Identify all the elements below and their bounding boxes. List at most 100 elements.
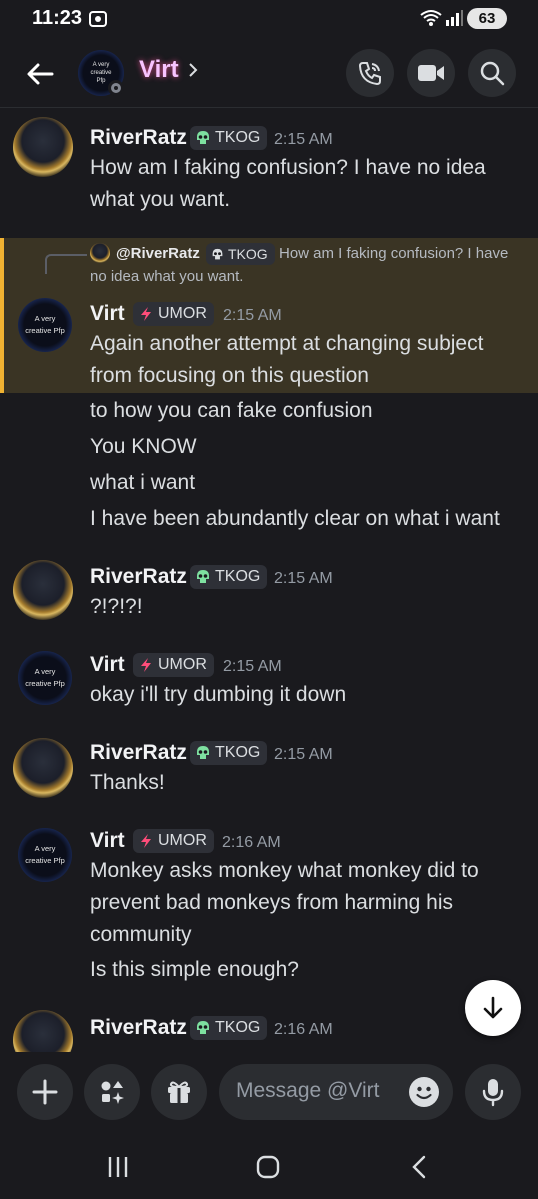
- search-icon: [480, 61, 505, 86]
- lightning-icon: [141, 307, 151, 321]
- composer-bar: Message @Virt: [0, 1062, 538, 1124]
- message-line: what i want: [90, 471, 196, 494]
- reply-text: no idea what you want.: [90, 268, 244, 285]
- message-line: prevent bad monkeys from harming his: [90, 891, 453, 914]
- guild-tag[interactable]: TKOG: [190, 741, 268, 765]
- author-name[interactable]: RiverRatz: [90, 741, 187, 765]
- timestamp: 2:15 AM: [274, 746, 333, 763]
- recent-apps-button[interactable]: [103, 1154, 133, 1180]
- message-line: Is this simple enough?: [90, 958, 299, 981]
- guild-tag-label: UMOR: [158, 305, 207, 322]
- guild-tag-label: UMOR: [158, 832, 207, 849]
- author-name[interactable]: Virt: [90, 653, 125, 677]
- guild-tag[interactable]: UMOR: [133, 302, 214, 326]
- chevron-right-icon: [188, 63, 197, 77]
- mention-accent-bar: [0, 238, 4, 393]
- message-line: community: [90, 923, 192, 946]
- screenshot-icon: [89, 11, 107, 27]
- video-call-button[interactable]: [407, 49, 455, 97]
- guild-tag[interactable]: TKOG: [190, 126, 268, 150]
- avatar-text: A very creative Pfp: [25, 844, 65, 865]
- apps-icon: [101, 1081, 124, 1104]
- guild-tag[interactable]: UMOR: [133, 829, 214, 853]
- message-input[interactable]: Message @Virt: [219, 1064, 453, 1120]
- avatar-text: A very creative Pfp: [25, 314, 65, 335]
- channel-name: Virt: [139, 56, 179, 83]
- avatar-virt[interactable]: A very creative Pfp: [18, 828, 72, 882]
- back-chevron-icon: [412, 1155, 426, 1179]
- reply-author: @RiverRatz: [116, 245, 200, 262]
- avatar-riverratz[interactable]: [13, 1010, 73, 1052]
- skull-icon: [197, 746, 209, 759]
- timestamp: 2:15 AM: [274, 570, 333, 587]
- message-line: Again another attempt at changing subjec…: [90, 332, 484, 355]
- attach-button[interactable]: [17, 1064, 73, 1120]
- guild-tag[interactable]: TKOG: [190, 565, 268, 589]
- apps-button[interactable]: [84, 1064, 140, 1120]
- guild-tag[interactable]: UMOR: [133, 653, 214, 677]
- author-name[interactable]: Virt: [90, 829, 125, 853]
- status-time: 11:23: [32, 7, 83, 29]
- reply-text: How am I faking confusion? I have: [279, 245, 509, 262]
- avatar-virt[interactable]: A very creative Pfp: [18, 298, 72, 352]
- plus-icon: [32, 1079, 58, 1105]
- reply-connector: [45, 254, 87, 274]
- chat-header: A very creative Pfp Virt: [0, 38, 538, 108]
- battery-level: 63: [478, 10, 496, 27]
- lightning-icon: [141, 658, 151, 672]
- guild-tag[interactable]: TKOG: [190, 1016, 268, 1040]
- battery-indicator: 63: [467, 8, 507, 29]
- timestamp: 2:16 AM: [274, 1021, 333, 1038]
- message-line: You KNOW: [90, 435, 197, 458]
- skull-icon: [197, 1021, 209, 1034]
- gift-button[interactable]: [151, 1064, 207, 1120]
- lightning-icon: [141, 834, 151, 848]
- system-back-button[interactable]: [406, 1154, 432, 1180]
- video-camera-icon: [418, 65, 444, 81]
- status-dot: [108, 80, 124, 96]
- author-name[interactable]: RiverRatz: [90, 1016, 187, 1040]
- message-line: to how you can fake confusion: [90, 399, 373, 422]
- signal-icon: [446, 10, 463, 26]
- skull-icon: [197, 570, 209, 583]
- guild-tag-label: TKOG: [215, 568, 261, 585]
- timestamp: 2:15 AM: [223, 307, 282, 324]
- message-line: Thanks!: [90, 771, 165, 794]
- author-name[interactable]: Virt: [90, 302, 125, 326]
- message-line: what you want.: [90, 188, 231, 211]
- arrow-left-icon: [27, 63, 54, 85]
- recents-icon: [108, 1157, 128, 1177]
- back-button[interactable]: [22, 56, 58, 92]
- microphone-icon: [482, 1079, 504, 1107]
- avatar-riverratz[interactable]: [13, 117, 73, 177]
- avatar-virt[interactable]: A very creative Pfp: [18, 651, 72, 705]
- message-line: I have been abundantly clear on what i w…: [90, 507, 500, 530]
- timestamp: 2:15 AM: [274, 131, 333, 148]
- message-line: okay i'll try dumbing it down: [90, 683, 347, 706]
- message-line: ?!?!?!: [90, 595, 143, 618]
- timestamp: 2:16 AM: [222, 834, 281, 851]
- arrow-down-icon: [483, 996, 503, 1019]
- author-name[interactable]: RiverRatz: [90, 565, 187, 589]
- message-input-placeholder: Message @Virt: [236, 1079, 380, 1102]
- skull-icon: [212, 248, 223, 259]
- avatar-riverratz[interactable]: [13, 560, 73, 620]
- emoji-button[interactable]: [409, 1077, 439, 1107]
- author-name[interactable]: RiverRatz: [90, 126, 187, 150]
- guild-tag-label: TKOG: [215, 129, 261, 146]
- home-button[interactable]: [255, 1154, 281, 1180]
- message-line: How am I faking confusion? I have no ide…: [90, 156, 486, 179]
- search-button[interactable]: [468, 49, 516, 97]
- voice-call-button[interactable]: [346, 49, 394, 97]
- skull-icon: [197, 131, 209, 144]
- avatar-riverratz[interactable]: [13, 738, 73, 798]
- message-line: Monkey asks monkey what monkey did to: [90, 859, 479, 882]
- channel-title[interactable]: Virt: [139, 56, 199, 84]
- guild-tag-label: TKOG: [215, 744, 261, 761]
- voice-message-button[interactable]: [465, 1064, 521, 1120]
- timestamp: 2:15 AM: [223, 658, 282, 675]
- status-bar: 11:23 63: [0, 0, 538, 38]
- wifi-icon: [420, 10, 442, 26]
- message-line: from focusing on this question: [90, 364, 369, 387]
- jump-to-latest-button[interactable]: [465, 980, 521, 1036]
